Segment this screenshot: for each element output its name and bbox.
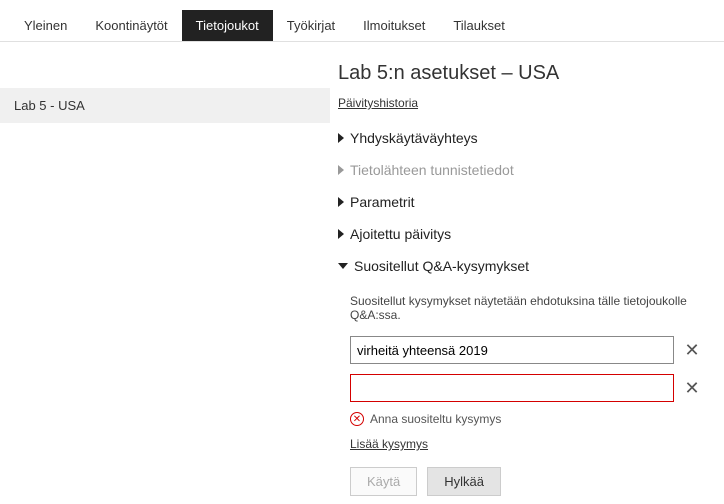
section-label: Yhdyskäytäväyhteys bbox=[350, 130, 478, 146]
section-scheduled-refresh[interactable]: Ajoitettu päivitys bbox=[338, 218, 700, 250]
qna-description: Suositellut kysymykset näytetään ehdotuk… bbox=[350, 294, 700, 322]
section-qna[interactable]: Suositellut Q&A-kysymykset bbox=[338, 250, 700, 282]
caret-right-icon bbox=[338, 229, 344, 239]
section-label: Parametrit bbox=[350, 194, 415, 210]
qna-body: Suositellut kysymykset näytetään ehdotuk… bbox=[338, 282, 700, 496]
section-parameters[interactable]: Parametrit bbox=[338, 186, 700, 218]
section-label: Suositellut Q&A-kysymykset bbox=[354, 258, 529, 274]
main-panel: Lab 5:n asetukset – USA Päivityshistoria… bbox=[330, 42, 724, 504]
content-area: Lab 5 - USA Lab 5:n asetukset – USA Päiv… bbox=[0, 42, 724, 504]
question-row-2: ✕ bbox=[350, 374, 700, 402]
tab-general[interactable]: Yleinen bbox=[10, 10, 81, 41]
section-label: Tietolähteen tunnistetiedot bbox=[350, 162, 514, 178]
sidebar: Lab 5 - USA bbox=[0, 42, 330, 504]
tab-subscriptions[interactable]: Tilaukset bbox=[439, 10, 519, 41]
tab-workbooks[interactable]: Työkirjat bbox=[273, 10, 349, 41]
error-message-row: ✕ Anna suositeltu kysymys bbox=[350, 412, 700, 426]
tab-dashboards[interactable]: Koontinäytöt bbox=[81, 10, 181, 41]
question-row-1: ✕ bbox=[350, 336, 700, 364]
caret-right-icon bbox=[338, 197, 344, 207]
caret-right-icon bbox=[338, 165, 344, 175]
apply-button[interactable]: Käytä bbox=[350, 467, 417, 496]
section-credentials[interactable]: Tietolähteen tunnistetiedot bbox=[338, 154, 700, 186]
caret-down-icon bbox=[338, 263, 348, 269]
error-text: Anna suositeltu kysymys bbox=[370, 412, 501, 426]
question-input-1[interactable] bbox=[350, 336, 674, 364]
tab-alerts[interactable]: Ilmoitukset bbox=[349, 10, 439, 41]
section-gateway[interactable]: Yhdyskäytäväyhteys bbox=[338, 122, 700, 154]
refresh-history-link[interactable]: Päivityshistoria bbox=[338, 96, 418, 110]
error-icon: ✕ bbox=[350, 412, 364, 426]
button-row: Käytä Hylkää bbox=[350, 467, 700, 496]
sidebar-item-lab5[interactable]: Lab 5 - USA bbox=[0, 88, 330, 123]
tab-bar: Yleinen Koontinäytöt Tietojoukot Työkirj… bbox=[0, 0, 724, 42]
section-label: Ajoitettu päivitys bbox=[350, 226, 451, 242]
tab-datasets[interactable]: Tietojoukot bbox=[182, 10, 273, 41]
add-question-link[interactable]: Lisää kysymys bbox=[350, 437, 428, 451]
remove-question-icon[interactable]: ✕ bbox=[684, 341, 700, 359]
question-input-2[interactable] bbox=[350, 374, 674, 402]
remove-question-icon[interactable]: ✕ bbox=[684, 379, 700, 397]
page-title: Lab 5:n asetukset – USA bbox=[338, 62, 700, 85]
discard-button[interactable]: Hylkää bbox=[427, 467, 501, 496]
caret-right-icon bbox=[338, 133, 344, 143]
